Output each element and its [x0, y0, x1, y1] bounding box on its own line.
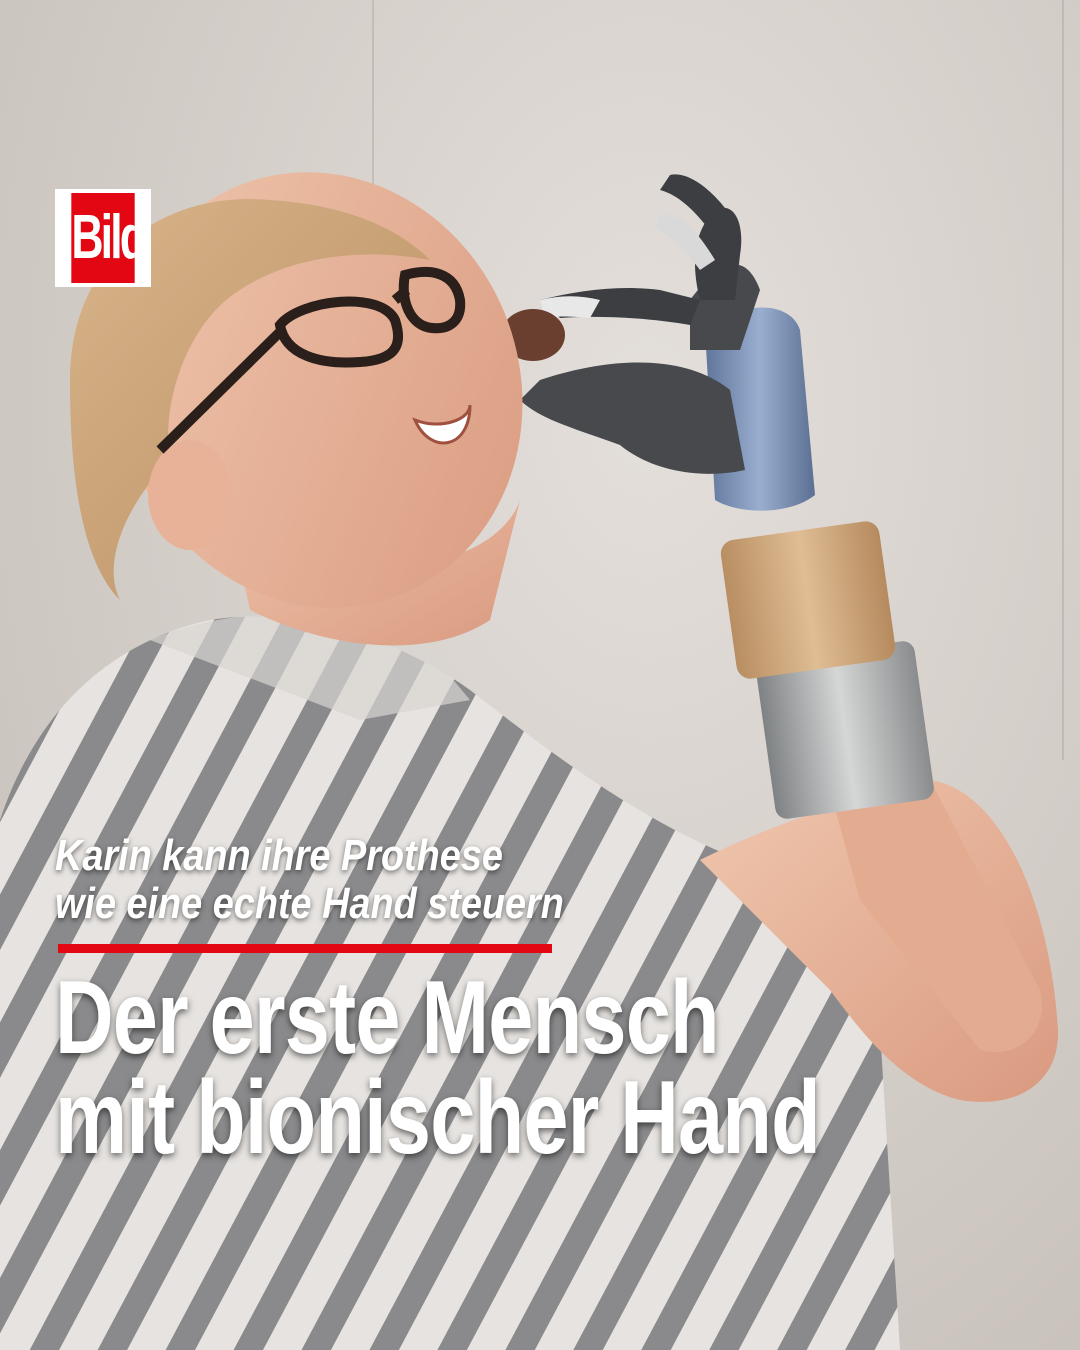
post-image: Bild Karin kann ihre Prothese wie eine e…	[0, 0, 1080, 1350]
red-divider	[58, 944, 552, 953]
bild-logo-text: Bild	[71, 193, 135, 283]
kicker-text: Karin kann ihre Prothese wie eine echte …	[55, 832, 657, 928]
headline-line-1: Der erste Mensch	[55, 960, 720, 1076]
kicker-line-1: Karin kann ihre Prothese	[55, 831, 503, 880]
headline: Der erste Mensch mit bionischer Hand	[55, 960, 835, 1176]
headline-line-2: mit bionischer Hand	[55, 1060, 821, 1176]
kicker-line-2: wie eine echte Hand steuern	[55, 879, 564, 928]
bild-logo: Bild	[55, 189, 151, 287]
